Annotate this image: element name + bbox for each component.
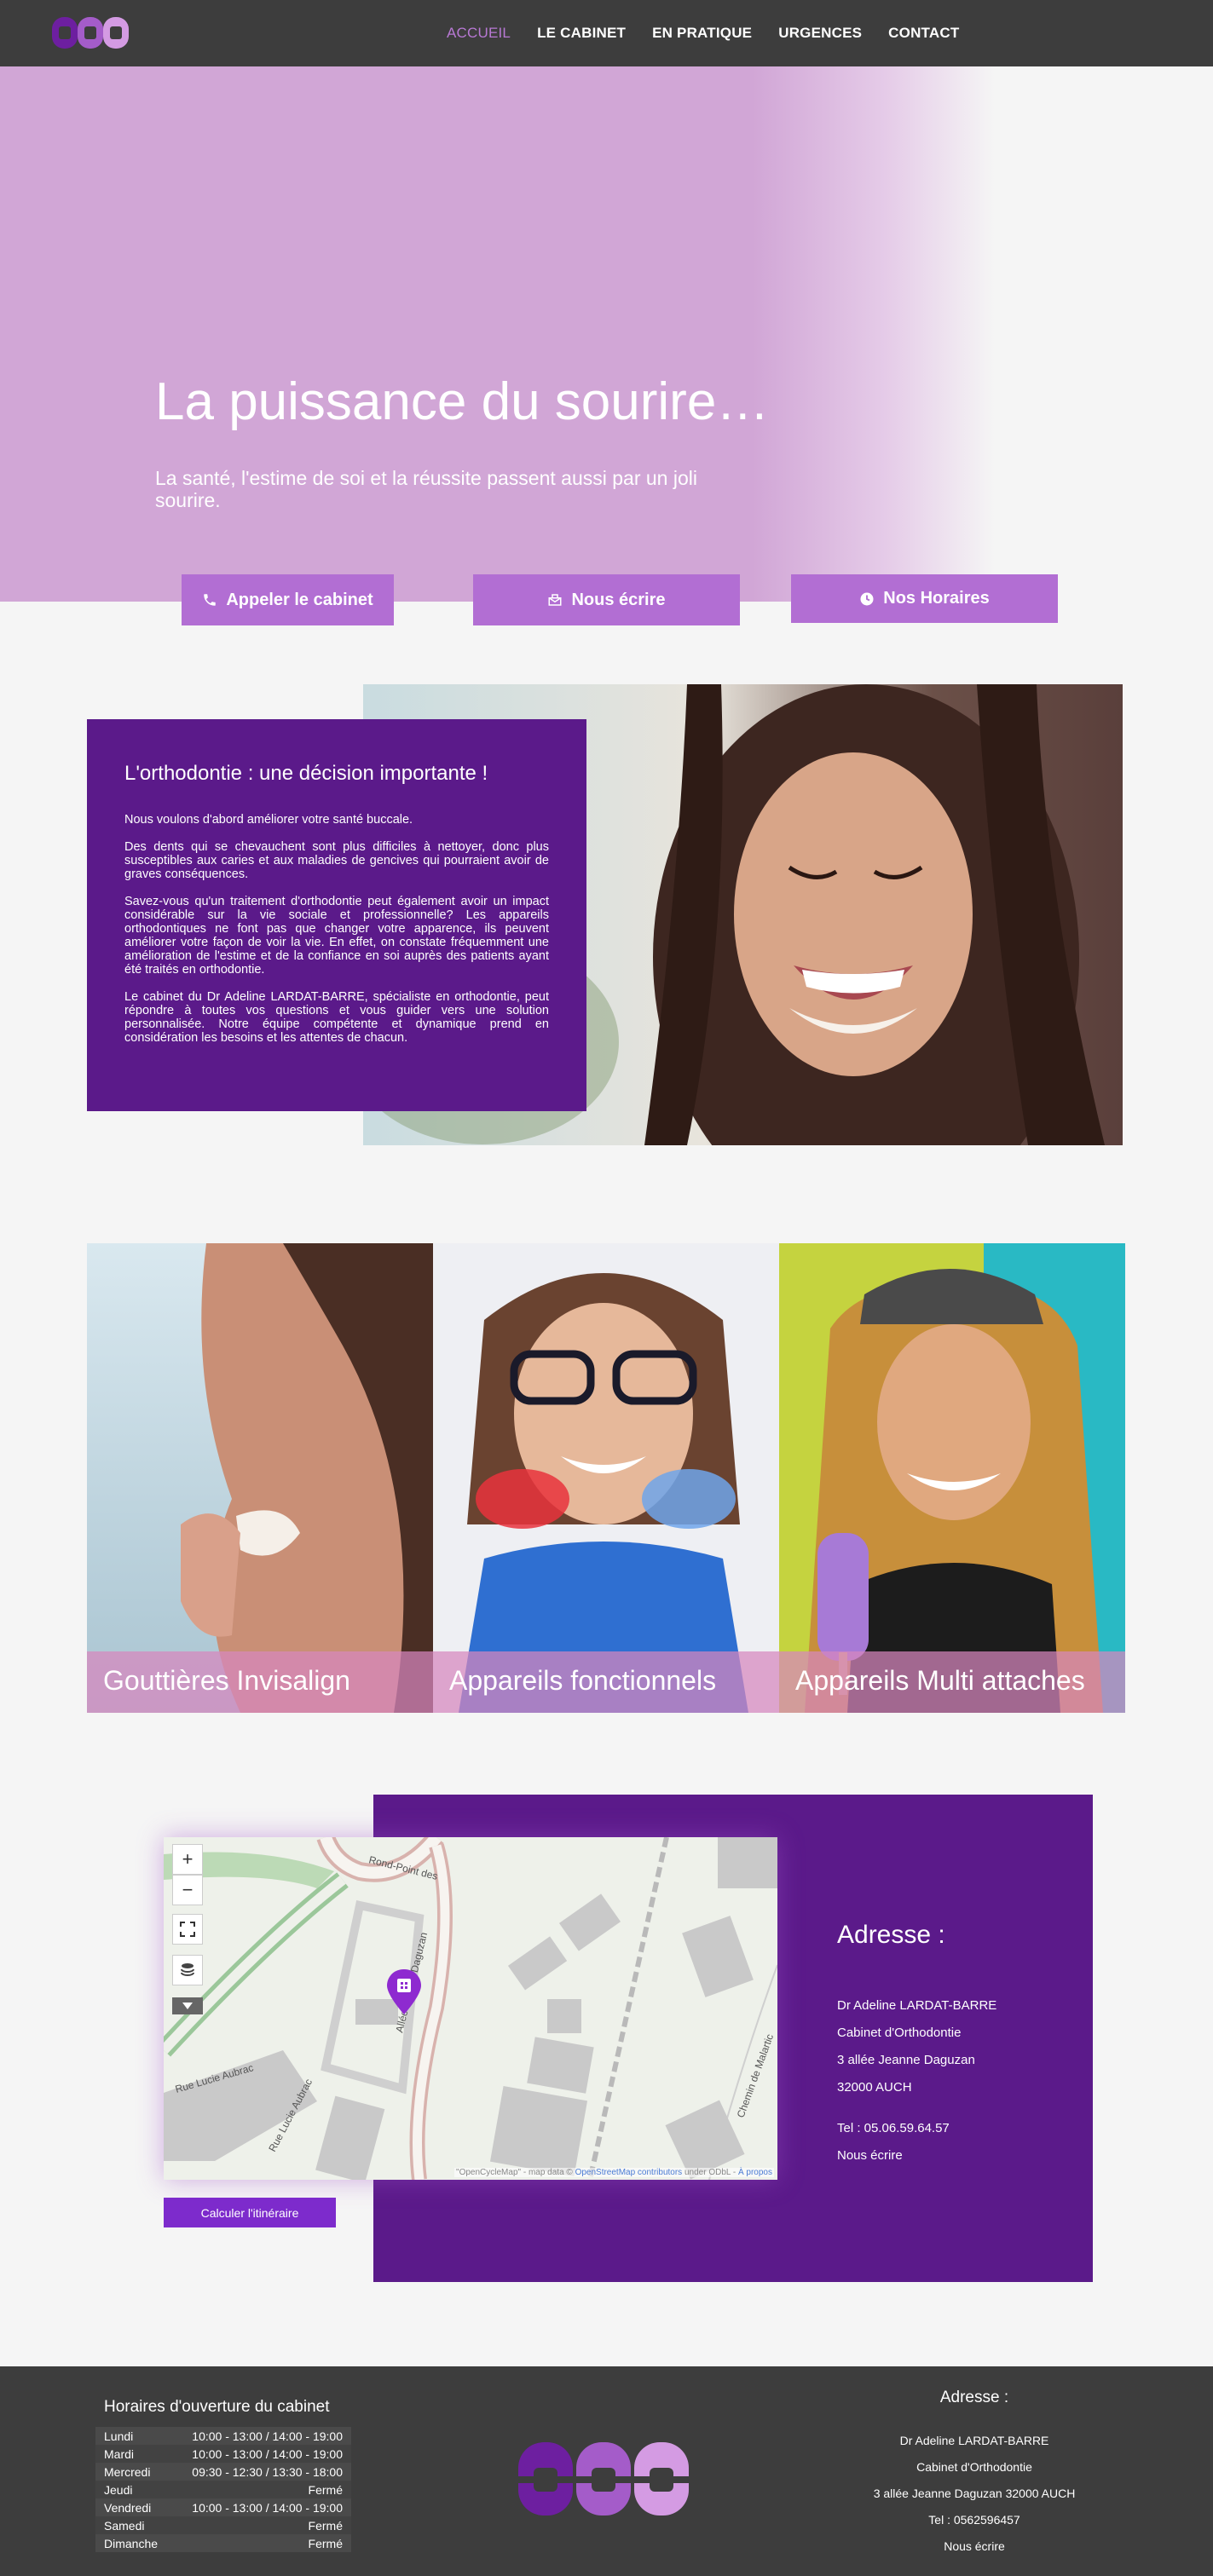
invisalign-photo [87, 1243, 433, 1713]
orthodontics-intro-card: L'orthodontie : une décision importante … [87, 719, 586, 1111]
hours-time: Fermé [308, 2536, 343, 2550]
write-us-button[interactable]: Nous écrire [473, 574, 740, 625]
orthodontics-paragraph-1: Nous voulons d'abord améliorer votre san… [124, 813, 413, 827]
site-logo[interactable] [51, 14, 130, 51]
zoom-in-icon[interactable]: + [172, 1844, 203, 1875]
hours-time: Fermé [308, 2518, 343, 2533]
hours-row: Samedi Fermé [95, 2516, 351, 2534]
nav-le-cabinet[interactable]: LE CABINET [537, 23, 626, 43]
hero-background [0, 66, 1213, 602]
multi-brackets-photo [779, 1243, 1125, 1713]
call-office-button[interactable]: Appeler le cabinet [182, 574, 394, 625]
nav-urgences[interactable]: URGENCES [778, 23, 862, 43]
treatment-tile-functional-appliances[interactable]: Appareils fonctionnels [433, 1243, 779, 1713]
phone-number[interactable]: Tel : 05.06.59.64.57 [837, 2115, 996, 2142]
hours-day: Jeudi [104, 2482, 133, 2497]
calculate-itinerary-button[interactable]: Calculer l'itinéraire [164, 2198, 336, 2227]
address-title: Adresse : [837, 1921, 945, 1949]
map-attribution: "OpenCycleMap" - map data © OpenStreetMa… [454, 2168, 774, 2177]
hours-day: Lundi [104, 2429, 134, 2443]
osm-contributors-link[interactable]: OpenStreetMap contributors [575, 2168, 683, 2177]
invisalign-caption: Gouttières Invisalign [87, 1651, 433, 1713]
orthodontics-paragraph-3: Savez-vous qu'un traitement d'orthodonti… [124, 895, 549, 977]
hours-row: Mardi 10:00 - 13:00 / 14:00 - 19:00 [95, 2445, 351, 2463]
hours-day: Vendredi [104, 2500, 152, 2515]
hours-day: Mardi [104, 2446, 135, 2461]
zoom-out-icon[interactable]: − [172, 1875, 203, 1905]
hours-time: 09:30 - 12:30 / 13:30 - 18:00 [192, 2464, 343, 2479]
hours-time: Fermé [308, 2482, 343, 2497]
footer-street-address: 3 allée Jeanne Daguzan 32000 AUCH [873, 2487, 1076, 2500]
hours-day: Samedi [104, 2518, 145, 2533]
call-office-label: Appeler le cabinet [226, 590, 373, 609]
multi-brackets-caption: Appareils Multi attaches [779, 1651, 1125, 1713]
hours-row: Jeudi Fermé [95, 2481, 351, 2498]
footer-phone[interactable]: Tel : 0562596457 [864, 2507, 1085, 2533]
nav-en-pratique[interactable]: EN PRATIQUE [652, 23, 752, 43]
hours-time: 10:00 - 13:00 / 14:00 - 19:00 [192, 2500, 343, 2515]
treatment-tile-multi-brackets[interactable]: Appareils Multi attaches [779, 1243, 1125, 1713]
nav-accueil[interactable]: ACCUEIL [447, 23, 511, 43]
orthodontics-paragraph-2: Des dents qui se chevauchent sont plus d… [124, 840, 549, 881]
hours-row: Dimanche Fermé [95, 2534, 351, 2552]
footer-address-title: Adresse : [939, 2389, 1009, 2406]
top-navbar: ACCUEIL LE CABINET EN PRATIQUE URGENCES … [0, 0, 1213, 66]
hours-row: Lundi 10:00 - 13:00 / 14:00 - 19:00 [95, 2427, 351, 2445]
address-details: Adresse : Dr Adeline LARDAT-BARRE Cabine… [837, 1921, 996, 2170]
hero-title: La puissance du sourire… [155, 372, 770, 431]
hero-banner: La puissance du sourire… La santé, l'est… [0, 66, 1213, 602]
footer-address: Adresse : Dr Adeline LARDAT-BARRE Cabine… [864, 2389, 1085, 2560]
mail-icon [548, 594, 562, 606]
fullscreen-icon[interactable] [172, 1914, 203, 1945]
treatments-grid: Gouttières Invisalign Appareils fonction… [87, 1243, 1126, 1713]
write-us-label: Nous écrire [571, 590, 666, 609]
office-type: Cabinet d'Orthodontie [837, 2026, 962, 2040]
opening-hours-button[interactable]: Nos Horaires [791, 574, 1058, 623]
map-tiles: Rond-Point des Allée Jeanne Daguzan Rue … [164, 1837, 777, 2180]
phone-icon [204, 594, 217, 606]
collapse-icon[interactable] [172, 1997, 203, 2014]
footer-logo [517, 2442, 691, 2515]
hours-day: Mercredi [104, 2464, 151, 2479]
footer-doctor-name: Dr Adeline LARDAT-BARRE [899, 2434, 1049, 2447]
hours-row: Mercredi 09:30 - 12:30 / 13:30 - 18:00 [95, 2463, 351, 2481]
street-address: 3 allée Jeanne Daguzan [837, 2053, 975, 2067]
treatment-tile-invisalign[interactable]: Gouttières Invisalign [87, 1243, 433, 1713]
opening-hours-label: Nos Horaires [883, 589, 990, 608]
write-us-link[interactable]: Nous écrire [837, 2142, 996, 2170]
nav-contact[interactable]: CONTACT [888, 23, 959, 43]
functional-appliances-caption: Appareils fonctionnels [433, 1651, 779, 1713]
opening-hours-table: Lundi 10:00 - 13:00 / 14:00 - 19:00 Mardi… [95, 2427, 351, 2552]
hours-day: Dimanche [104, 2536, 159, 2550]
city-postcode: 32000 AUCH [837, 2080, 912, 2095]
site-footer: Horaires d'ouverture du cabinet Lundi 10:… [0, 2366, 1213, 2576]
hours-time: 10:00 - 13:00 / 14:00 - 19:00 [192, 2446, 343, 2461]
layers-icon[interactable] [172, 1955, 203, 1985]
functional-appliances-photo [433, 1243, 779, 1713]
hours-time: 10:00 - 13:00 / 14:00 - 19:00 [192, 2429, 343, 2443]
location-map[interactable]: Rond-Point des Allée Jeanne Daguzan Rue … [164, 1837, 777, 2180]
map-attribution-mid: under ODbL - [682, 2168, 738, 2177]
clock-icon [860, 592, 874, 605]
footer-office-type: Cabinet d'Orthodontie [916, 2460, 1032, 2474]
hours-row: Vendredi 10:00 - 13:00 / 14:00 - 19:00 [95, 2498, 351, 2516]
map-attribution-text: "OpenCycleMap" - map data © [456, 2168, 575, 2177]
footer-write-us-link[interactable]: Nous écrire [864, 2533, 1085, 2560]
opening-hours-title: Horaires d'ouverture du cabinet [104, 2398, 330, 2416]
main-menu: ACCUEIL LE CABINET EN PRATIQUE URGENCES … [447, 23, 985, 43]
about-link[interactable]: À propos [738, 2168, 772, 2177]
hero-subtitle: La santé, l'estime de soi et la réussite… [155, 467, 697, 511]
doctor-name: Dr Adeline LARDAT-BARRE [837, 1998, 997, 2013]
orthodontics-title: L'orthodontie : une décision importante … [124, 762, 488, 785]
orthodontics-paragraph-4: Le cabinet du Dr Adeline LARDAT-BARRE, s… [124, 990, 549, 1045]
